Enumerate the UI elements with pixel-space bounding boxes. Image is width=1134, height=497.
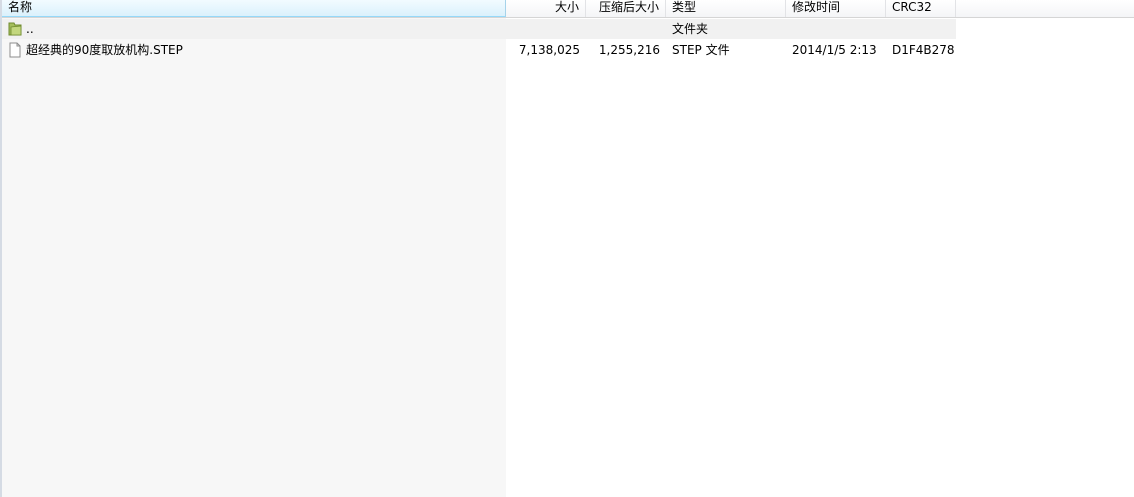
file-packed-size: 1,255,216 <box>598 43 660 57</box>
column-header-modified-label: 修改时间 <box>792 0 841 14</box>
column-header-packed-size-label: 压缩后大小 <box>598 0 659 14</box>
column-header-crc32-label: CRC32 <box>892 0 932 14</box>
column-header-crc32[interactable]: CRC32 <box>886 0 956 17</box>
column-header-name-label: 名称 <box>8 0 33 14</box>
name-column-background <box>2 18 506 497</box>
file-crc32: D1F4B278 <box>892 43 955 57</box>
table-row-parent-folder[interactable]: .. 文件夹 <box>2 19 956 39</box>
parent-folder-type: 文件夹 <box>672 22 709 36</box>
parent-folder-name: .. <box>26 22 34 36</box>
column-header-packed-size[interactable]: 压缩后大小 <box>586 0 666 17</box>
file-name: 超经典的90度取放机构.STEP <box>26 43 183 57</box>
column-header-name[interactable]: 名称 <box>2 0 506 17</box>
file-list-view[interactable]: 名称 大小 压缩后大小 类型 修改时间 CRC32 .. 文件夹 超经典的90度… <box>0 0 1134 497</box>
file-type: STEP 文件 <box>672 43 730 57</box>
table-row-file[interactable]: 超经典的90度取放机构.STEP 7,138,025 1,255,216 STE… <box>2 40 956 60</box>
column-header-type-label: 类型 <box>672 0 697 14</box>
folder-icon <box>8 22 22 36</box>
file-size: 7,138,025 <box>518 43 580 57</box>
column-header-modified[interactable]: 修改时间 <box>786 0 886 17</box>
file-modified-time: 2014/1/5 2:13 <box>792 43 877 57</box>
file-icon <box>9 42 21 58</box>
column-header-size[interactable]: 大小 <box>506 0 586 17</box>
column-header-size-label: 大小 <box>554 0 579 14</box>
column-header-type[interactable]: 类型 <box>666 0 786 17</box>
column-header-bar: 名称 大小 压缩后大小 类型 修改时间 CRC32 <box>2 0 1134 18</box>
